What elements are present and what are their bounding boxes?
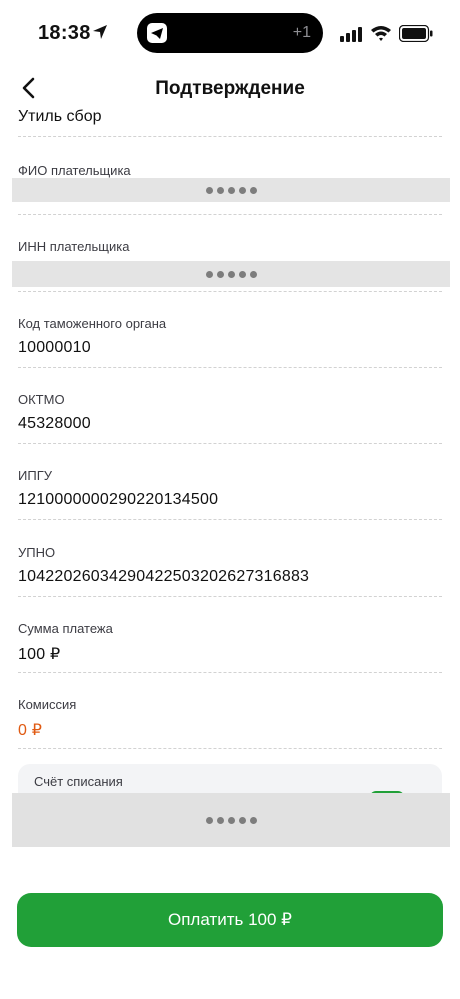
divider [18, 367, 442, 368]
divider [18, 214, 442, 215]
field-ipgu: ИПГУ 12100000002902201345​00 [18, 468, 442, 509]
field-label: ИПГУ [18, 468, 52, 483]
divider [18, 672, 442, 673]
pay-button[interactable]: Оплатить 100 ₽ [17, 893, 443, 947]
field-amount: Сумма платежа 100 ₽ [18, 621, 442, 664]
field-label: ОКТМО [18, 392, 65, 407]
divider [18, 748, 442, 749]
field-label: Код таможенного органа [18, 316, 167, 331]
field-value: 45328000 [18, 415, 91, 432]
field-commission: Комиссия 0 ₽ [18, 697, 442, 740]
navigation-bar: Подтверждение [0, 64, 460, 112]
account-selector[interactable]: Счёт списания [18, 764, 442, 797]
field-value: 10000010 [18, 339, 91, 356]
divider [18, 443, 442, 444]
field-oktmo: ОКТМО 45328000 [18, 392, 442, 433]
field-payer-name: ФИО плательщика [18, 163, 442, 178]
divider [18, 596, 442, 597]
field-label: УПНО [18, 545, 56, 560]
masked-payer-name [12, 178, 450, 202]
masked-account [12, 793, 450, 847]
field-value: 10422026034290422503202627316883 [18, 568, 310, 585]
field-label: Сумма платежа [18, 621, 113, 636]
location-arrow-icon [93, 25, 107, 39]
status-bar: 18:38 +1 [0, 0, 460, 64]
commission-value: 0 ₽ [18, 722, 43, 739]
field-value: 100 ₽ [18, 646, 61, 663]
field-label: Комиссия [18, 697, 77, 712]
field-value: 12100000002902201345​00 [18, 491, 219, 508]
masked-dots [12, 178, 450, 202]
telegram-icon [147, 23, 167, 43]
signal-icon [340, 27, 362, 42]
dynamic-island: +1 [137, 13, 323, 53]
field-upno: УПНО 10422026034290422503202627316883 [18, 545, 442, 586]
account-label: Счёт списания [34, 774, 123, 789]
battery-icon [399, 25, 433, 42]
masked-payer-inn [12, 261, 450, 287]
divider [18, 291, 442, 292]
field-value-partial: Утиль сбор [18, 108, 102, 125]
page-title: Подтверждение [155, 78, 305, 99]
masked-dots [12, 793, 450, 847]
divider [18, 519, 442, 520]
masked-dots [12, 261, 450, 287]
field-label: ИНН плательщика [18, 239, 130, 254]
status-time: 18:38 [38, 22, 91, 44]
divider [18, 136, 442, 137]
notification-count: +1 [292, 24, 311, 41]
field-customs-code: Код таможенного органа 10000010 [18, 316, 442, 357]
field-payer-inn: ИНН плательщика [18, 239, 442, 254]
wifi-icon [371, 26, 391, 41]
confirmation-screen: 18:38 +1 Подтверждение Утиль сбор ФИО пл… [0, 0, 460, 999]
field-label: ФИО плательщика [18, 163, 131, 178]
